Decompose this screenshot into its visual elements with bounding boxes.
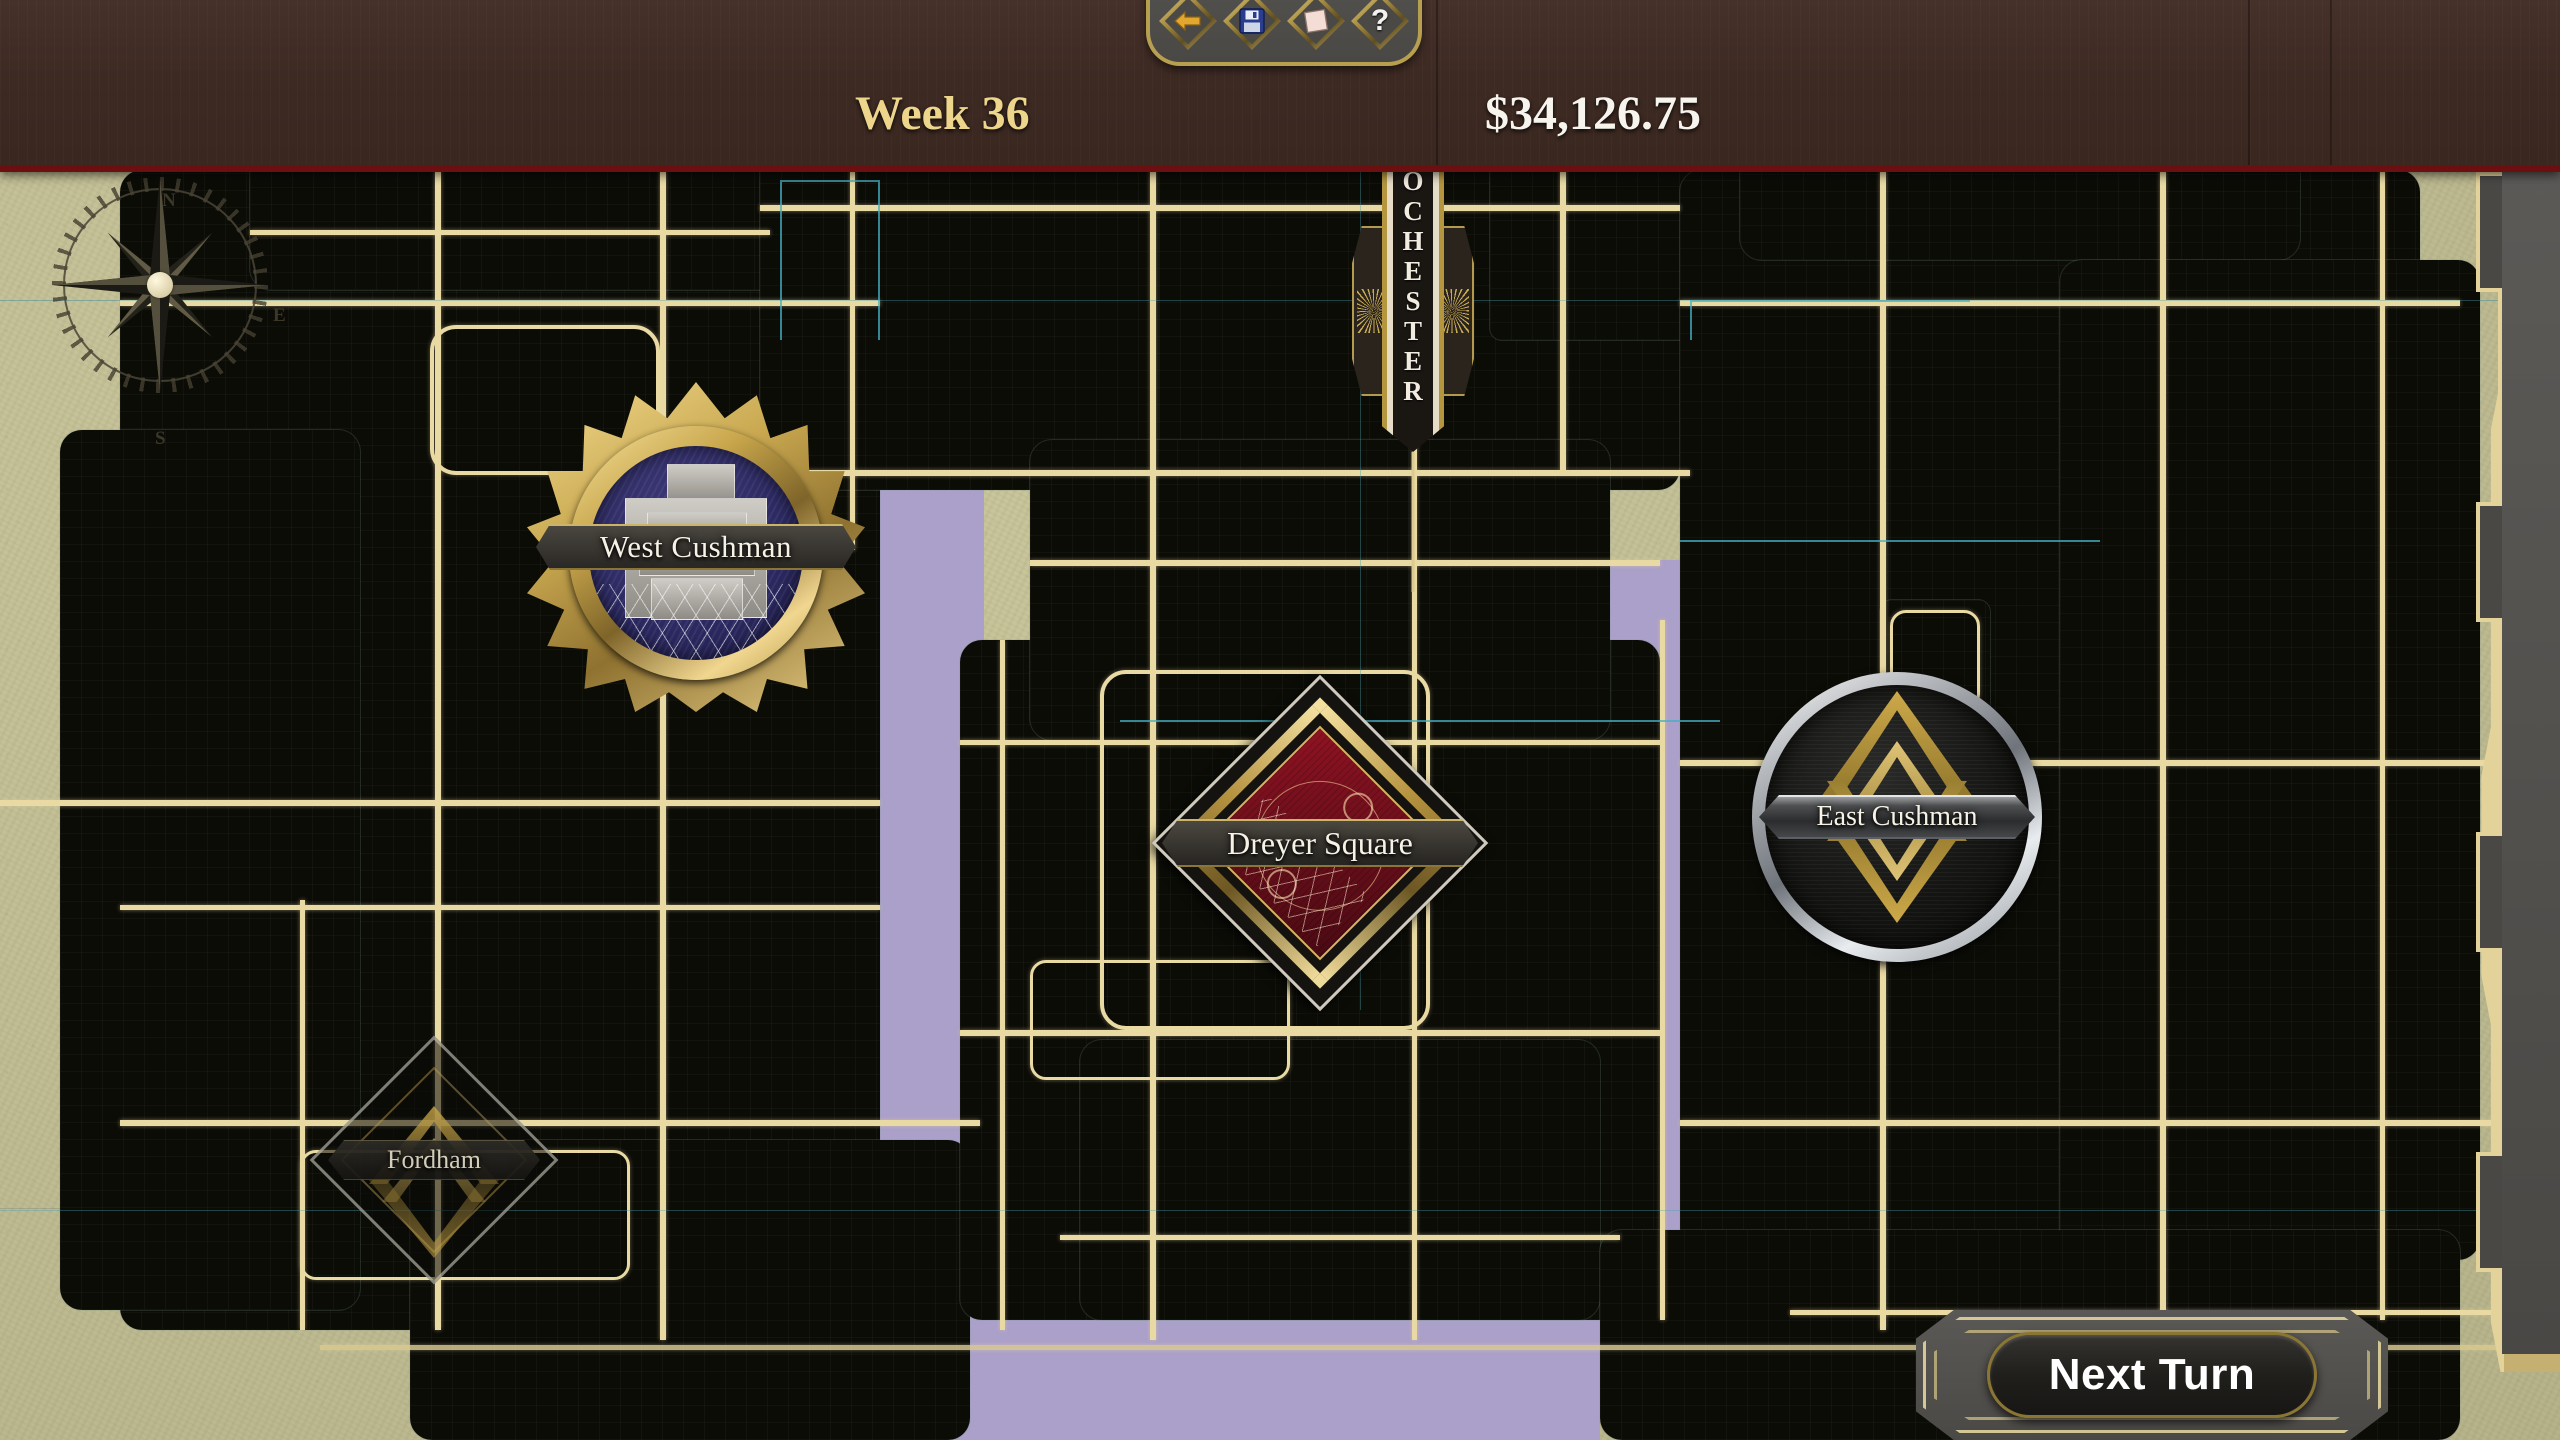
district-name-banner: West Cushman (536, 524, 856, 570)
road (1000, 640, 1005, 1330)
next-turn-panel: Next Turn (1916, 1310, 2388, 1440)
land-mass-central (1080, 1040, 1600, 1320)
city-map[interactable]: N E S R O C H E S T E R (0, 0, 2560, 1440)
compass-hub (147, 272, 173, 298)
district-name-banner: East Cushman (1759, 795, 2035, 839)
header-divider (1436, 0, 1438, 165)
district-name-banner: Fordham (328, 1140, 540, 1180)
compass-label-n: N (162, 190, 177, 211)
map-hairline (0, 300, 2560, 301)
road (1660, 620, 1665, 1320)
district-name-banner: Dreyer Square (1162, 819, 1478, 867)
help-button[interactable]: ? (1351, 0, 1409, 50)
deco-notch (2476, 172, 2502, 292)
week-counter: Week 36 (855, 87, 1030, 140)
sign-letter: S (1405, 286, 1421, 316)
sign-pointer-stem (1411, 452, 1415, 592)
road (2160, 170, 2166, 1330)
question-mark-icon: ? (1370, 4, 1390, 37)
road (250, 230, 770, 235)
top-status-bar: Week 36 $34,126.75 ? (0, 0, 2560, 172)
back-arrow-icon (1159, 0, 1217, 50)
sign-letter: H (1402, 226, 1424, 256)
district-name-label: Dreyer Square (1227, 824, 1413, 861)
load-button[interactable] (1287, 0, 1345, 50)
next-turn-button[interactable]: Next Turn (1987, 1332, 2317, 1418)
road (120, 905, 880, 910)
district-marker-west-cushman[interactable]: West Cushman (527, 382, 865, 712)
road (120, 1120, 980, 1126)
district-marker-east-cushman[interactable]: East Cushman (1752, 672, 2042, 962)
document-page-icon (1287, 0, 1345, 50)
deco-notch (2476, 1152, 2502, 1272)
compass-rose: N E S (45, 170, 286, 449)
road (2380, 170, 2385, 1320)
district-boundary (1680, 540, 2100, 542)
lattice-pattern (589, 584, 803, 660)
header-divider (2248, 0, 2250, 165)
sign-column: R O C H E S T E R (1382, 130, 1444, 452)
road (760, 470, 1690, 476)
back-button[interactable] (1159, 0, 1217, 50)
sign-letter: E (1403, 256, 1422, 286)
road (1030, 560, 1660, 566)
deco-inner-strip (2498, 150, 2560, 1354)
district-boundary (1690, 300, 1970, 340)
road (660, 170, 666, 1340)
road (1680, 1120, 2560, 1126)
district-name-label: East Cushman (1816, 801, 1978, 832)
district-name-label: West Cushman (599, 529, 793, 564)
sign-letter: T (1403, 316, 1422, 346)
floppy-disk-icon (1223, 0, 1281, 50)
district-boundary (780, 180, 880, 340)
sign-letter: R (1403, 376, 1423, 406)
road (760, 205, 1680, 211)
district-marker-dreyer-square[interactable]: Dreyer Square (1151, 674, 1489, 1012)
district-name-label: Fordham (387, 1145, 481, 1174)
header-divider (2330, 0, 2332, 165)
save-button[interactable] (1223, 0, 1281, 50)
sign-letter: E (1403, 346, 1422, 376)
compass-label-e: E (273, 305, 287, 326)
money-counter: $34,126.75 (1485, 87, 1701, 140)
district-marker-fordham[interactable]: Fordham (309, 1010, 559, 1310)
sign-letter: C (1403, 196, 1423, 226)
deco-notch (2476, 832, 2502, 952)
deco-notch (2476, 502, 2502, 622)
toolbar: ? (1146, 0, 1422, 66)
right-side-panel[interactable] (2438, 132, 2560, 1372)
compass-label-s: S (155, 428, 167, 449)
game-screen: N E S R O C H E S T E R (0, 0, 2560, 1440)
road (1060, 1235, 1620, 1240)
